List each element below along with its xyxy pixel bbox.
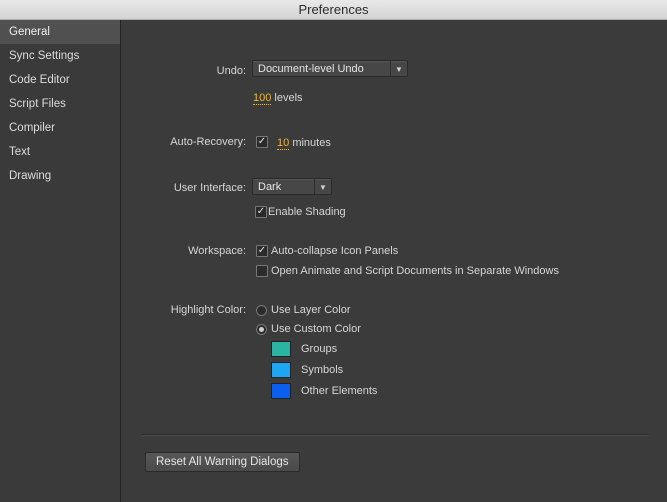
enable-shading-label: Enable Shading [268, 206, 346, 218]
user-interface-dropdown[interactable]: Dark ▼ [252, 178, 332, 195]
highlight-color-label: Highlight Color: [170, 304, 246, 316]
undo-levels: 100 levels [253, 92, 303, 105]
auto-collapse-checkbox[interactable]: ✓ [256, 245, 268, 257]
groups-label: Groups [301, 343, 338, 355]
chevron-down-icon: ▼ [390, 61, 407, 76]
window-title: Preferences [0, 0, 667, 20]
use-custom-color-radio[interactable] [256, 324, 267, 335]
use-layer-color-label: Use Layer Color [271, 304, 351, 316]
auto-recovery-value[interactable]: 10 [277, 137, 290, 150]
enable-shading-checkbox[interactable]: ✓ [255, 206, 267, 218]
undo-label: Undo: [216, 65, 246, 77]
undo-levels-value[interactable]: 100 [253, 92, 272, 105]
symbols-color-swatch[interactable] [271, 362, 291, 378]
preferences-panel: Undo: Document-level Undo ▼ 100 levels A… [121, 20, 667, 502]
auto-recovery-minutes: 10 minutes [277, 137, 331, 150]
radio-selected-dot [259, 327, 264, 332]
chevron-down-icon: ▼ [314, 179, 331, 194]
separate-windows-label: Open Animate and Script Documents in Sep… [271, 265, 559, 277]
use-custom-color-label: Use Custom Color [271, 323, 361, 335]
sidebar-item-drawing[interactable]: Drawing [0, 164, 120, 188]
sidebar: General Sync Settings Code Editor Script… [0, 20, 121, 502]
user-interface-dropdown-value: Dark [258, 181, 282, 193]
undo-dropdown-value: Document-level Undo [258, 63, 364, 75]
sidebar-item-sync-settings[interactable]: Sync Settings [0, 44, 120, 68]
other-elements-label: Other Elements [301, 385, 378, 397]
undo-dropdown[interactable]: Document-level Undo ▼ [252, 60, 408, 77]
separate-windows-checkbox[interactable] [256, 265, 268, 277]
undo-levels-suffix: levels [274, 92, 303, 104]
user-interface-label: User Interface: [173, 182, 246, 194]
auto-collapse-label: Auto-collapse Icon Panels [271, 245, 399, 257]
section-divider [142, 434, 649, 436]
use-layer-color-radio[interactable] [256, 305, 267, 316]
sidebar-item-code-editor[interactable]: Code Editor [0, 68, 120, 92]
reset-warning-dialogs-button[interactable]: Reset All Warning Dialogs [145, 452, 300, 472]
groups-color-swatch[interactable] [271, 341, 291, 357]
other-elements-color-swatch[interactable] [271, 383, 291, 399]
workspace-label: Workspace: [188, 245, 246, 257]
symbols-label: Symbols [301, 364, 344, 376]
auto-recovery-suffix: minutes [292, 137, 331, 149]
auto-recovery-checkbox[interactable]: ✓ [256, 136, 268, 148]
sidebar-item-text[interactable]: Text [0, 140, 120, 164]
sidebar-item-general[interactable]: General [0, 20, 120, 44]
sidebar-item-script-files[interactable]: Script Files [0, 92, 120, 116]
sidebar-item-compiler[interactable]: Compiler [0, 116, 120, 140]
auto-recovery-label: Auto-Recovery: [170, 136, 246, 148]
